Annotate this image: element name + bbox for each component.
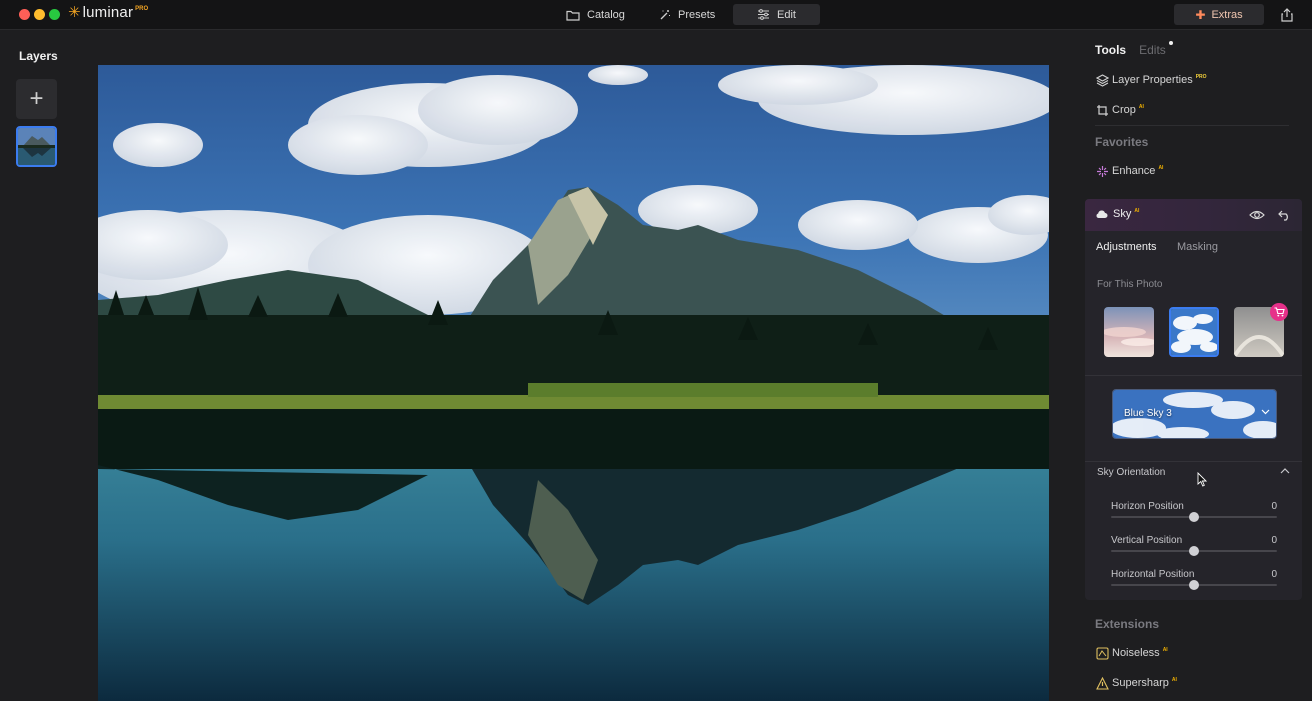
app-pro-badge: PRO <box>135 6 149 12</box>
tab-edit[interactable]: Edit <box>733 4 820 25</box>
share-button[interactable] <box>1276 4 1298 25</box>
tool-layer-properties-label: Layer Properties <box>1112 74 1193 86</box>
extras-button[interactable]: ✚ Extras <box>1174 4 1264 25</box>
tool-crop[interactable]: Crop AI <box>1095 103 1144 117</box>
subtab-adjustments[interactable]: Adjustments <box>1096 241 1157 253</box>
folder-icon <box>566 10 580 21</box>
ai-badge: AI <box>1158 165 1164 171</box>
tool-supersharp-label: Supersharp <box>1112 677 1169 689</box>
sky-tool-card: Sky AI Adjustments Masking For This Phot… <box>1085 199 1302 600</box>
tool-noiseless-label: Noiseless <box>1112 647 1160 659</box>
undo-icon <box>1278 210 1288 221</box>
horizontal-position-slider[interactable]: Horizontal Position 0 <box>1111 569 1277 593</box>
chevron-up-icon[interactable] <box>1280 467 1290 474</box>
title-bar: ✳ luminar PRO Catalog Presets Edit ✚ Ext… <box>0 0 1312 30</box>
magic-wand-icon <box>660 9 670 19</box>
slider-thumb[interactable] <box>1189 580 1199 590</box>
tab-edit-label: Edit <box>777 8 796 21</box>
mouse-cursor-icon <box>1197 472 1207 487</box>
selected-sky-name: Blue Sky 3 <box>1124 408 1172 419</box>
buy-sky-pack-button[interactable] <box>1270 303 1288 321</box>
slider-value: 0 <box>1271 501 1277 512</box>
for-this-photo-label: For This Photo <box>1097 279 1163 290</box>
ai-badge: AI <box>1134 208 1140 214</box>
tool-supersharp[interactable]: Supersharp AI <box>1095 676 1177 690</box>
sky-tool-title: Sky AI <box>1095 208 1139 220</box>
divider <box>1085 461 1302 462</box>
eye-icon <box>1249 210 1265 220</box>
subtab-masking[interactable]: Masking <box>1177 241 1218 253</box>
tool-layer-properties[interactable]: Layer Properties PRO <box>1095 73 1207 87</box>
ai-badge: AI <box>1138 104 1144 110</box>
ai-badge: AI <box>1162 647 1168 653</box>
extras-label: Extras <box>1211 8 1243 21</box>
tool-enhance[interactable]: Enhance AI <box>1095 164 1163 178</box>
sparkle-icon <box>1095 164 1109 178</box>
slider-label: Horizontal Position <box>1111 569 1195 580</box>
sky-selection-dropdown[interactable]: Blue Sky 3 <box>1112 389 1277 439</box>
crop-icon <box>1095 103 1109 117</box>
sky-preset-thumbnail-selected[interactable] <box>1169 307 1219 357</box>
tab-edits[interactable]: Edits <box>1139 41 1173 57</box>
chevron-down-icon <box>1261 409 1270 415</box>
puzzle-icon: ✚ <box>1195 7 1206 22</box>
visibility-toggle[interactable] <box>1249 208 1265 226</box>
layer-thumbnail[interactable] <box>16 126 57 167</box>
slider-label: Vertical Position <box>1111 535 1183 546</box>
pro-badge: PRO <box>1195 74 1207 80</box>
slider-value: 0 <box>1271 535 1277 546</box>
cloud-icon <box>1096 210 1108 218</box>
luminar-sun-icon: ✳ <box>68 4 81 21</box>
landscape-photo <box>98 65 1049 701</box>
sky-tool-header[interactable]: Sky AI <box>1085 199 1302 231</box>
favorites-label: Favorites <box>1095 135 1149 149</box>
sliders-icon <box>758 9 770 20</box>
sky-title-label: Sky <box>1113 208 1132 220</box>
slider-thumb[interactable] <box>1189 546 1199 556</box>
divider <box>1095 125 1289 126</box>
ai-badge: AI <box>1171 677 1177 683</box>
tab-catalog[interactable]: Catalog <box>558 4 633 25</box>
share-icon <box>1281 7 1293 22</box>
layers-icon <box>1095 73 1109 87</box>
tab-tools[interactable]: Tools <box>1095 43 1126 57</box>
extensions-label: Extensions <box>1095 617 1160 631</box>
supersharp-icon <box>1095 676 1109 690</box>
maximize-window-button[interactable] <box>49 9 60 20</box>
slider-thumb[interactable] <box>1189 512 1199 522</box>
tool-enhance-label: Enhance <box>1112 165 1156 177</box>
horizon-position-slider[interactable]: Horizon Position 0 <box>1111 501 1277 525</box>
close-window-button[interactable] <box>19 9 30 20</box>
panel-tabs: Tools Edits <box>1095 41 1173 57</box>
cart-icon <box>1274 307 1285 317</box>
tab-catalog-label: Catalog <box>587 8 625 21</box>
sky-preset-thumbnail[interactable] <box>1104 307 1154 357</box>
tools-panel: Tools Edits Layer Properties PRO Crop AI… <box>1084 30 1312 701</box>
add-layer-button[interactable]: + <box>16 79 57 119</box>
app-name: luminar <box>82 4 134 21</box>
tool-noiseless[interactable]: Noiseless AI <box>1095 646 1168 660</box>
tab-presets[interactable]: Presets <box>651 4 723 25</box>
tab-presets-label: Presets <box>678 8 716 21</box>
layer-thumbnail-image <box>18 128 55 165</box>
slider-label: Horizon Position <box>1111 501 1184 512</box>
sky-orientation-label[interactable]: Sky Orientation <box>1097 467 1165 478</box>
divider <box>1085 375 1302 376</box>
photo-canvas[interactable] <box>98 65 1049 701</box>
minimize-window-button[interactable] <box>34 9 45 20</box>
noiseless-icon <box>1095 646 1109 660</box>
luminar-window: ✳ luminar PRO Catalog Presets Edit ✚ Ext… <box>0 0 1312 701</box>
app-logo: ✳ luminar PRO <box>68 4 148 22</box>
slider-value: 0 <box>1271 569 1277 580</box>
reset-tool-button[interactable] <box>1278 208 1291 226</box>
vertical-position-slider[interactable]: Vertical Position 0 <box>1111 535 1277 559</box>
plus-icon: + <box>29 85 44 112</box>
layers-title: Layers <box>19 49 58 63</box>
tool-crop-label: Crop <box>1112 104 1136 116</box>
